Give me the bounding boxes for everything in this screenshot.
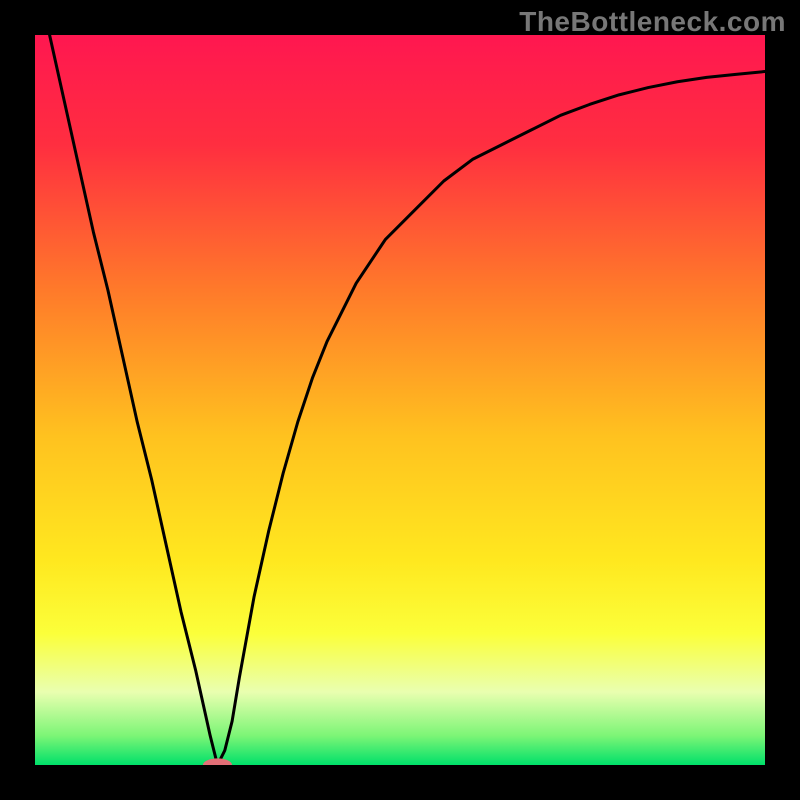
plot-area (35, 35, 765, 765)
watermark-text: TheBottleneck.com (519, 6, 786, 38)
chart-frame: TheBottleneck.com (0, 0, 800, 800)
gradient-background (35, 35, 765, 765)
